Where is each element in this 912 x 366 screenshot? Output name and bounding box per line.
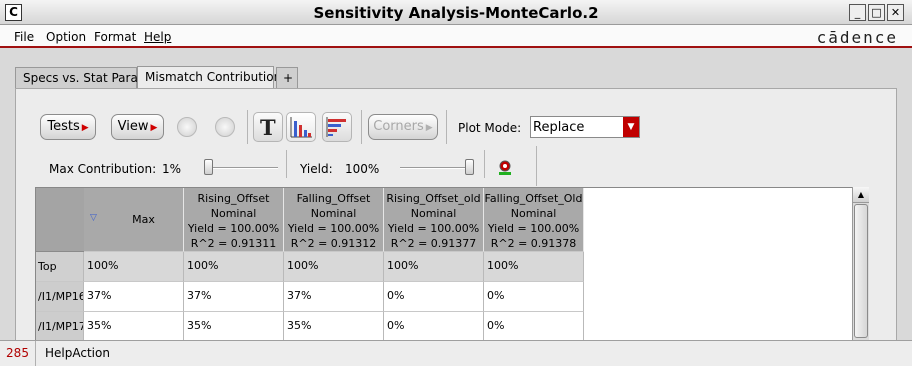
status-line-number: 285 [0, 341, 36, 366]
yield-value: 100% [345, 162, 380, 176]
horizontal-bar-button[interactable] [322, 112, 352, 142]
toolbar-separator [247, 110, 248, 144]
column-name: Rising_Offset [197, 192, 270, 205]
column-header-rising-offset[interactable]: Rising_Offset Nominal Yield = 100.00% R^… [184, 188, 284, 252]
scrollbar-thumb[interactable] [854, 204, 868, 338]
bar-chart-icon [290, 117, 312, 138]
table-cell[interactable]: 100% [484, 252, 584, 282]
menu-format[interactable]: Format [94, 30, 136, 44]
toolbar-separator [446, 110, 447, 144]
text-t-icon: T [260, 115, 276, 140]
status-message: HelpAction [45, 346, 110, 360]
menu-file[interactable]: File [14, 30, 34, 44]
max-header-label: Max [132, 213, 155, 226]
table-cell[interactable]: 100% [284, 252, 384, 282]
slider-separator [484, 150, 485, 178]
max-contribution-slider-handle[interactable] [204, 159, 213, 175]
column-yield: Yield = 100.00% [487, 222, 580, 235]
table-cell[interactable]: 100% [84, 252, 184, 282]
table-vertical-scrollbar[interactable]: ▲ [852, 187, 869, 341]
yield-label: Yield: [300, 162, 333, 176]
column-corner: Nominal [310, 207, 357, 220]
column-corner: Nominal [210, 207, 257, 220]
column-header-rising-offset-old[interactable]: Rising_Offset_old Nominal Yield = 100.00… [384, 188, 484, 252]
tests-menu-arrow-icon: ▶ [81, 123, 89, 133]
column-corner: Nominal [510, 207, 557, 220]
max-contribution-value: 1% [162, 162, 182, 176]
close-button[interactable]: ✕ [887, 4, 904, 21]
cadence-logo: cādence [816, 28, 898, 47]
slider-separator [536, 146, 537, 186]
column-r-squared: R^2 = 0.91377 [390, 237, 477, 250]
menu-option[interactable]: Option [46, 30, 86, 44]
corners-button[interactable]: Corners ▶ [368, 114, 438, 140]
tests-label: Tests [47, 119, 80, 134]
column-name: Rising_Offset_old [386, 192, 481, 205]
contribution-table: ▽ Max Rising_Offset Nominal Yield = 100.… [35, 187, 869, 341]
max-column-header[interactable]: ▽ Max [84, 188, 184, 252]
menu-bar: File Option Format Help cādence [0, 25, 912, 48]
column-yield: Yield = 100.00% [287, 222, 380, 235]
bar-chart-button[interactable] [286, 112, 316, 142]
table-cell[interactable]: 35% [84, 312, 184, 340]
view-button[interactable]: View ▶ [111, 114, 164, 140]
table-cell[interactable]: 35% [184, 312, 284, 340]
column-header-falling-offset-old[interactable]: Falling_Offset_Old Nominal Yield = 100.0… [484, 188, 584, 252]
view-menu-arrow-icon: ▶ [150, 123, 158, 133]
column-name: Falling_Offset [296, 192, 371, 205]
yield-slider[interactable] [400, 167, 474, 169]
title-bar: C Sensitivity Analysis-MonteCarlo.2 _ □ … [0, 0, 912, 25]
table-cell[interactable]: 35% [284, 312, 384, 340]
column-header-falling-offset[interactable]: Falling_Offset Nominal Yield = 100.00% R… [284, 188, 384, 252]
scroll-up-icon[interactable]: ▲ [853, 187, 869, 203]
column-yield: Yield = 100.00% [187, 222, 280, 235]
tests-button[interactable]: Tests ▶ [40, 114, 96, 140]
view-label: View [117, 119, 149, 134]
table-cell[interactable]: 37% [284, 282, 384, 312]
status-bar: 285 HelpAction [0, 340, 912, 366]
table-cell[interactable]: 37% [184, 282, 284, 312]
minimize-button[interactable]: _ [849, 4, 866, 21]
table-corner [36, 188, 84, 252]
yield-slider-handle[interactable] [465, 159, 474, 175]
tab-mismatch-contribution[interactable]: Mismatch Contribution [137, 66, 281, 89]
table-cell[interactable]: 100% [184, 252, 284, 282]
column-yield: Yield = 100.00% [387, 222, 480, 235]
corners-menu-arrow-icon: ▶ [425, 123, 433, 133]
column-r-squared: R^2 = 0.91311 [190, 237, 277, 250]
table-cell[interactable]: 0% [384, 282, 484, 312]
column-corner: Nominal [410, 207, 457, 220]
maximize-button[interactable]: □ [868, 4, 885, 21]
tab-add[interactable]: + [276, 67, 298, 88]
slider-separator [286, 150, 287, 178]
column-r-squared: R^2 = 0.91312 [290, 237, 377, 250]
table-cell[interactable]: 0% [484, 282, 584, 312]
table-cell[interactable]: 37% [84, 282, 184, 312]
sort-descending-icon: ▽ [90, 213, 97, 223]
reset-icon[interactable] [497, 159, 513, 177]
table-cell[interactable]: 0% [384, 312, 484, 340]
corners-label: Corners [373, 119, 424, 134]
tab-specs-vs-stat-param[interactable]: Specs vs. Stat Param [15, 67, 150, 88]
toolbar-separator [361, 110, 362, 144]
row-header[interactable]: /I1/MP16 [36, 282, 84, 312]
plot-mode-value: Replace [533, 120, 585, 135]
max-contribution-slider[interactable] [204, 167, 278, 169]
table-cell[interactable]: 100% [384, 252, 484, 282]
column-r-squared: R^2 = 0.91378 [490, 237, 577, 250]
menu-help[interactable]: Help [144, 30, 171, 44]
row-header[interactable]: Top [36, 252, 84, 282]
table-cell[interactable]: 0% [484, 312, 584, 340]
column-name: Falling_Offset_Old [484, 192, 583, 205]
window-title: Sensitivity Analysis-MonteCarlo.2 [313, 4, 599, 22]
row-header[interactable]: /I1/MP17 [36, 312, 84, 340]
max-contribution-label: Max Contribution: [49, 162, 157, 176]
plot-mode-label: Plot Mode: [458, 121, 522, 135]
plot-mode-select[interactable]: Replace ▼ [530, 116, 640, 138]
previous-icon[interactable] [177, 117, 197, 137]
chevron-down-icon: ▼ [623, 117, 639, 137]
next-icon[interactable] [215, 117, 235, 137]
horizontal-bar-chart-icon [326, 117, 346, 137]
text-mode-button[interactable]: T [253, 112, 283, 142]
